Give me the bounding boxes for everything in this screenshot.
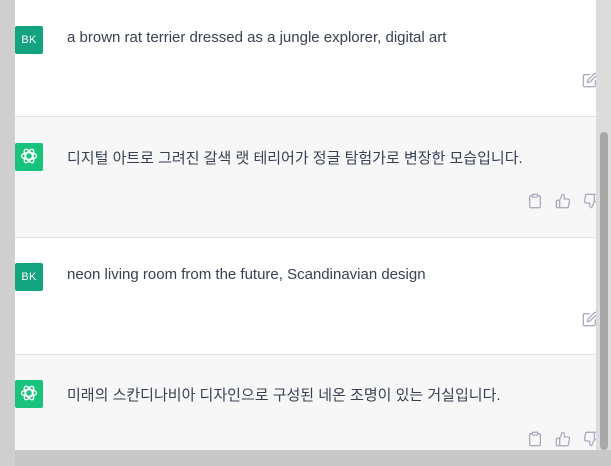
user-avatar: BK xyxy=(15,26,43,54)
copy-icon[interactable] xyxy=(527,193,543,209)
assistant-message-text[interactable]: 디지털 아트로 그려진 갈색 랫 테리어가 정글 탐험가로 변장한 모습입니다. xyxy=(67,147,588,168)
openai-logo-icon xyxy=(19,383,39,406)
assistant-avatar xyxy=(15,143,43,171)
user-message-row: BK neon living room from the future, Sca… xyxy=(15,238,596,355)
chat-thread: BK a brown rat terrier dressed as a jung… xyxy=(15,0,596,450)
window-left-edge xyxy=(0,0,15,466)
openai-logo-icon xyxy=(19,146,39,169)
message-actions xyxy=(527,193,596,209)
copy-icon[interactable] xyxy=(527,431,543,447)
thumbs-down-icon[interactable] xyxy=(583,431,596,447)
user-avatar-initials: BK xyxy=(21,34,37,46)
thumbs-up-icon[interactable] xyxy=(555,193,571,209)
assistant-message-text[interactable]: 미래의 스칸디나비아 디자인으로 구성된 네온 조명이 있는 거실입니다. xyxy=(67,384,588,405)
user-message-text[interactable]: a brown rat terrier dressed as a jungle … xyxy=(67,29,588,46)
thumbs-up-icon[interactable] xyxy=(555,431,571,447)
edit-icon[interactable] xyxy=(582,311,596,327)
message-actions xyxy=(582,72,596,88)
thumbs-down-icon[interactable] xyxy=(583,193,596,209)
user-message-row: BK a brown rat terrier dressed as a jung… xyxy=(15,0,596,117)
user-message-text[interactable]: neon living room from the future, Scandi… xyxy=(67,266,588,283)
edit-icon[interactable] xyxy=(582,72,596,88)
assistant-avatar xyxy=(15,380,43,408)
message-actions xyxy=(527,431,596,447)
user-avatar-initials: BK xyxy=(21,271,37,283)
message-actions xyxy=(582,311,596,327)
assistant-message-row: 미래의 스칸디나비아 디자인으로 구성된 네온 조명이 있는 거실입니다. xyxy=(15,355,596,450)
assistant-message-row: 디지털 아트로 그려진 갈색 랫 테리어가 정글 탐험가로 변장한 모습입니다. xyxy=(15,117,596,238)
user-avatar: BK xyxy=(15,263,43,291)
scrollbar-thumb[interactable] xyxy=(600,132,608,450)
